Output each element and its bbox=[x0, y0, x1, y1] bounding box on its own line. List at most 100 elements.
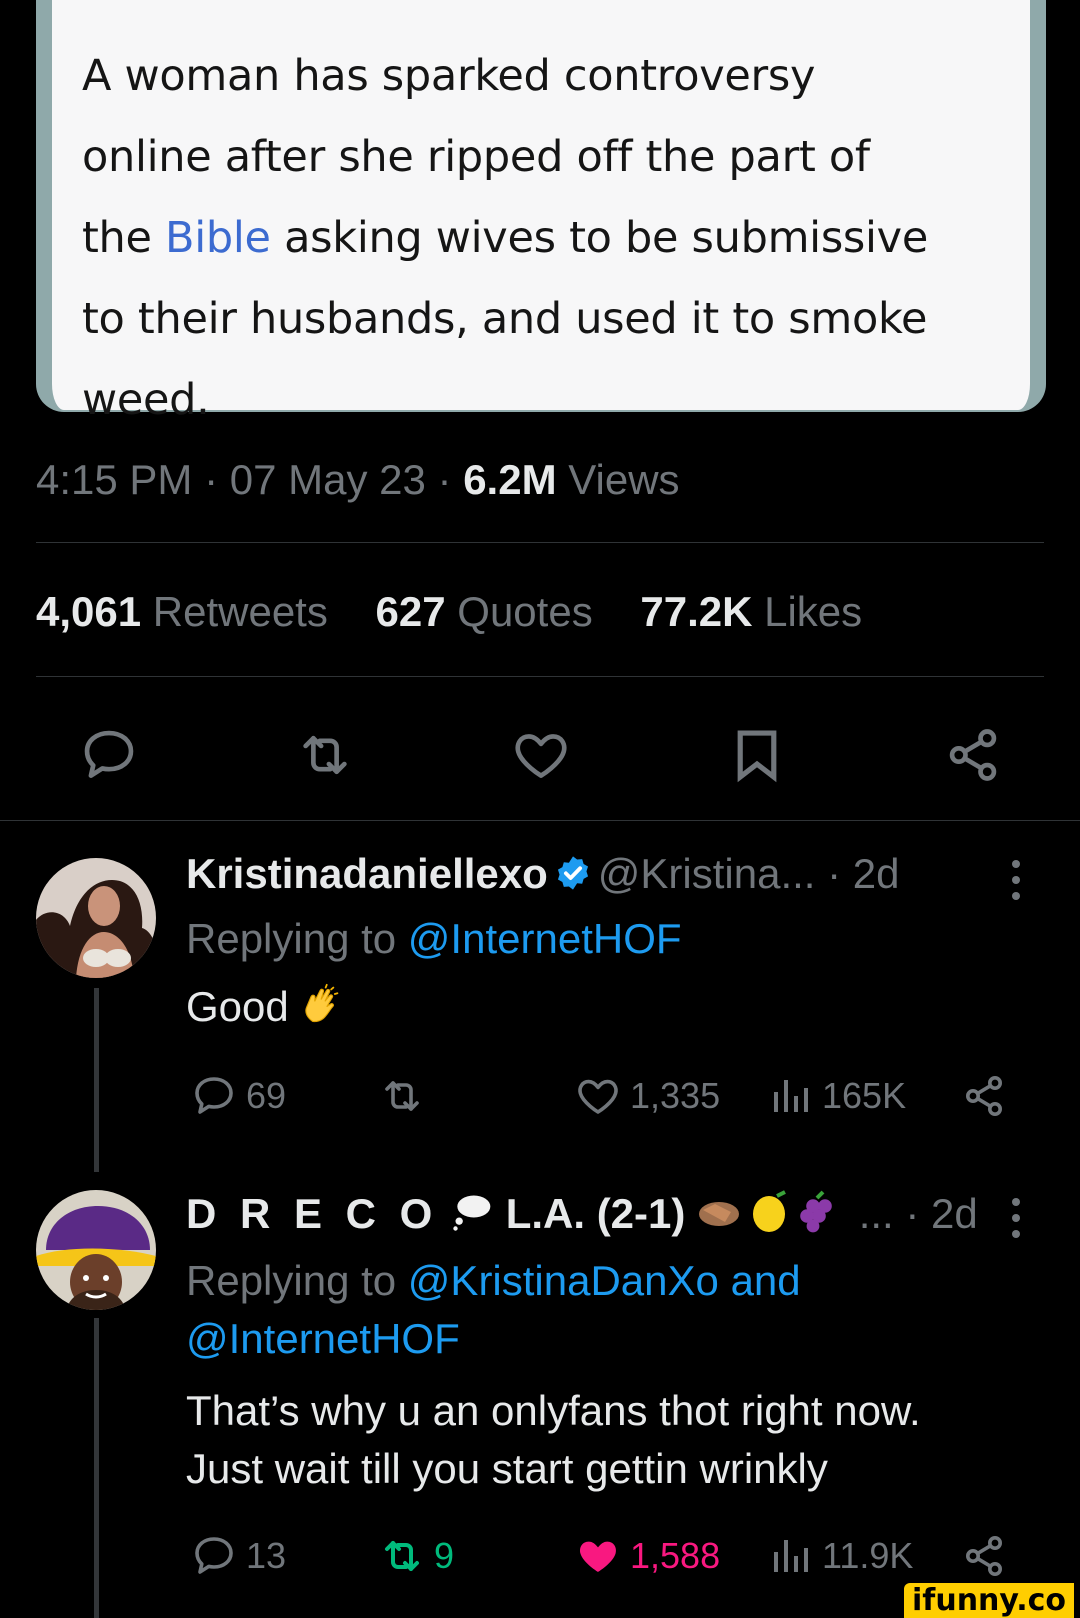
reply-header: D R E C O L.A. (2-1) ... · 2d bbox=[186, 1190, 978, 1244]
tweet-time[interactable]: 4:15 PM bbox=[36, 456, 192, 503]
share-icon bbox=[966, 1076, 1002, 1116]
clapping-hands-emoji bbox=[300, 983, 344, 1042]
reply-time[interactable]: · 2d bbox=[815, 850, 899, 897]
retweet-icon bbox=[303, 735, 347, 775]
views-label: Views bbox=[556, 456, 680, 503]
share-button[interactable] bbox=[938, 720, 1008, 790]
like-count: 1,335 bbox=[630, 1075, 721, 1116]
verified-badge-icon bbox=[557, 856, 588, 890]
reply-count: 69 bbox=[246, 1075, 287, 1116]
view-count: 11.9K bbox=[822, 1535, 914, 1576]
reply-button[interactable]: 13 bbox=[190, 1526, 286, 1586]
like-count: 1,588 bbox=[630, 1535, 721, 1576]
retweet-button[interactable] bbox=[378, 1066, 426, 1126]
reply-button[interactable] bbox=[74, 720, 144, 790]
quoted-line-3: the Bible asking wives to be submissive bbox=[82, 198, 1042, 279]
likes-stat[interactable]: 77.2K Likes bbox=[640, 588, 862, 635]
quoted-line-2: online after she ripped off the part of bbox=[82, 132, 870, 182]
quoted-image-card[interactable]: A woman has sparked controversy online a… bbox=[36, 0, 1046, 425]
replying-to-label: Replying to bbox=[186, 915, 408, 962]
share-icon bbox=[966, 1536, 1002, 1576]
more-options-icon[interactable] bbox=[1006, 1194, 1026, 1242]
like-icon bbox=[515, 734, 567, 778]
handshake-lemon-grapes-emojis bbox=[697, 1190, 847, 1244]
like-button[interactable]: 1,588 bbox=[574, 1526, 720, 1586]
like-button[interactable] bbox=[506, 720, 576, 790]
retweet-icon bbox=[385, 1541, 419, 1571]
meta-separator: · bbox=[425, 456, 464, 503]
retweets-stat[interactable]: 4,061 Retweets bbox=[36, 588, 328, 635]
analytics-icon bbox=[774, 1540, 808, 1572]
share-button[interactable] bbox=[960, 1066, 1008, 1126]
tweet-date[interactable]: 07 May 23 bbox=[230, 456, 426, 503]
share-button[interactable] bbox=[960, 1526, 1008, 1586]
avatar[interactable] bbox=[36, 858, 156, 978]
replying-to: Replying to @KristinaDanXo and @Internet… bbox=[186, 1252, 801, 1368]
reply-icon bbox=[84, 730, 134, 778]
retweet-count: 9 bbox=[434, 1535, 455, 1576]
reply-header: Kristinadaniellexo @Kristina... · 2d bbox=[186, 850, 900, 898]
reply-author-name[interactable]: D R E C O bbox=[186, 1190, 438, 1237]
replying-to: Replying to @InternetHOF bbox=[186, 910, 682, 968]
ifunny-watermark: ifunny.co bbox=[904, 1583, 1074, 1618]
views-button[interactable]: 11.9K bbox=[766, 1526, 913, 1586]
reply-text: That’s why u an onlyfans thot right now.… bbox=[186, 1382, 921, 1498]
reply-text-line: Just wait till you start gettin wrinkly bbox=[186, 1445, 828, 1492]
view-count: 165K bbox=[822, 1075, 907, 1116]
reply-author-name-suffix[interactable]: L.A. (2-1) bbox=[494, 1190, 697, 1237]
more-options-icon[interactable] bbox=[1006, 856, 1026, 904]
reply-author-name[interactable]: Kristinadaniellexo bbox=[186, 850, 548, 897]
mention-link[interactable]: @KristinaDanXo and bbox=[408, 1257, 801, 1304]
quoted-line-3-prefix: the bbox=[82, 213, 166, 263]
share-icon bbox=[949, 729, 997, 781]
mention-link[interactable]: @InternetHOF bbox=[408, 915, 682, 962]
bookmark-icon bbox=[737, 730, 777, 783]
avatar-dreco-image bbox=[36, 1190, 156, 1310]
reply-action-bar: 13 9 1,588 11.9K bbox=[0, 1526, 1080, 1586]
views-count: 6.2M bbox=[463, 456, 557, 503]
reply-text-line: That’s why u an onlyfans thot right now. bbox=[186, 1387, 921, 1434]
divider bbox=[36, 676, 1044, 677]
tweet-stats: 4,061 Retweets 627 Quotes 77.2K Likes bbox=[36, 588, 898, 636]
analytics-icon bbox=[774, 1080, 808, 1112]
reply-author-handle[interactable]: @Kristina... bbox=[598, 850, 816, 897]
reply-count: 13 bbox=[246, 1535, 287, 1576]
retweets-count: 4,061 bbox=[36, 588, 142, 635]
retweet-button[interactable] bbox=[290, 720, 360, 790]
tweet-action-bar bbox=[0, 720, 1080, 790]
divider bbox=[36, 542, 1044, 543]
quoted-image-text: A woman has sparked controversy online a… bbox=[82, 36, 1042, 441]
liked-heart-icon bbox=[580, 1541, 616, 1572]
mention-link[interactable]: @InternetHOF bbox=[186, 1315, 460, 1362]
retweets-label: Retweets bbox=[141, 588, 328, 635]
quoted-line-5: weed. bbox=[82, 375, 210, 425]
replying-to-label: Replying to bbox=[186, 1257, 408, 1304]
reply-button[interactable]: 69 bbox=[190, 1066, 286, 1126]
retweet-button[interactable]: 9 bbox=[378, 1526, 454, 1586]
meta-separator: · bbox=[192, 456, 230, 503]
divider bbox=[0, 820, 1080, 821]
like-icon bbox=[578, 1079, 618, 1114]
thought-balloon-emoji bbox=[450, 1190, 494, 1244]
reply-text: Good bbox=[186, 978, 344, 1042]
bible-link: Bible bbox=[165, 213, 271, 263]
quoted-line-3-suffix: asking wives to be submissive bbox=[270, 213, 928, 263]
reply-action-bar: 69 1,335 165K bbox=[0, 1066, 1080, 1126]
reply-icon bbox=[195, 1077, 233, 1114]
avatar-kristina-image bbox=[36, 858, 156, 978]
likes-label: Likes bbox=[752, 588, 863, 635]
likes-count: 77.2K bbox=[640, 588, 753, 635]
reply-time[interactable]: · 2d bbox=[894, 1190, 977, 1237]
quoted-line-4: to their husbands, and used it to smoke bbox=[82, 294, 928, 344]
quotes-count: 627 bbox=[375, 588, 446, 635]
bookmark-button[interactable] bbox=[722, 720, 792, 790]
quotes-label: Quotes bbox=[445, 588, 593, 635]
views-button[interactable]: 165K bbox=[766, 1066, 906, 1126]
reply-author-handle[interactable]: ... bbox=[847, 1190, 894, 1237]
reply-icon bbox=[195, 1537, 233, 1574]
quoted-line-1: A woman has sparked controversy bbox=[82, 51, 816, 101]
avatar[interactable] bbox=[36, 1190, 156, 1310]
tweet-meta: 4:15 PM · 07 May 23 · 6.2M Views bbox=[36, 456, 680, 504]
like-button[interactable]: 1,335 bbox=[574, 1066, 720, 1126]
quotes-stat[interactable]: 627 Quotes bbox=[376, 588, 593, 635]
